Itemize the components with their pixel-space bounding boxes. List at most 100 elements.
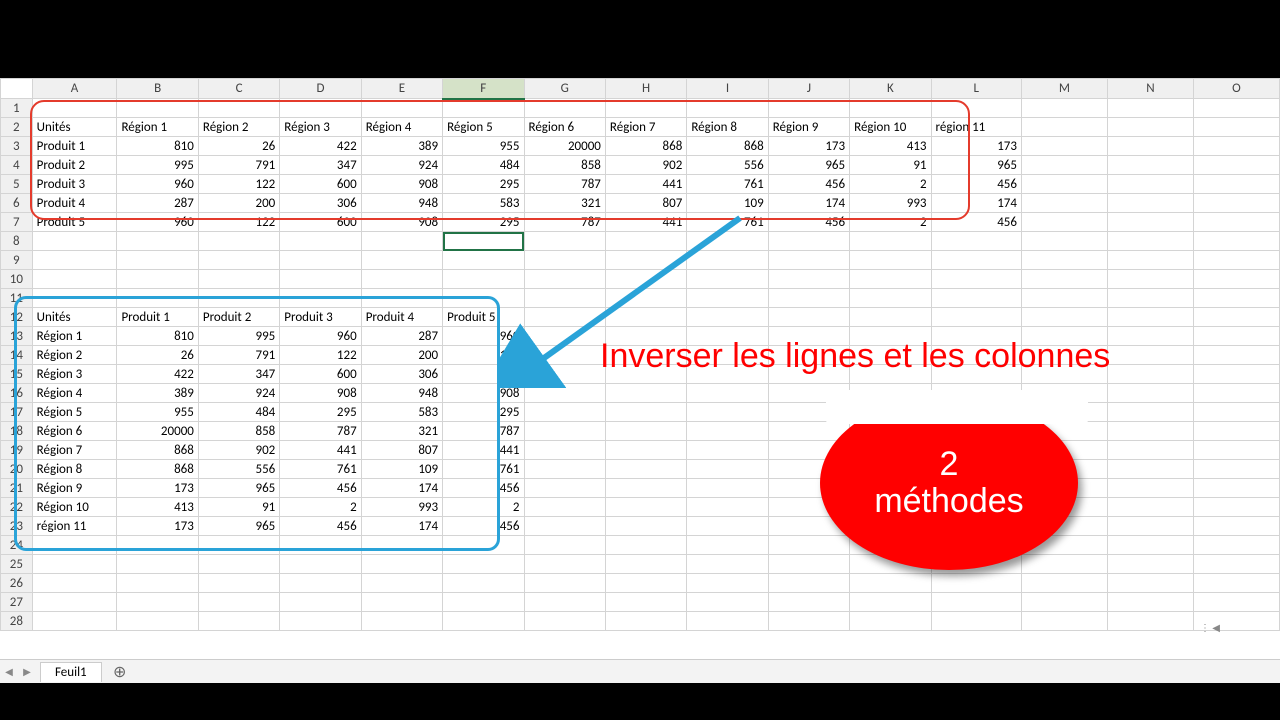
cell-F26[interactable] (443, 574, 524, 593)
cell-E24[interactable] (361, 536, 442, 555)
cell-B9[interactable] (117, 251, 198, 270)
cell-B26[interactable] (117, 574, 198, 593)
cell-B24[interactable] (117, 536, 198, 555)
col-header-N[interactable]: N (1107, 79, 1193, 99)
cell-G22[interactable] (524, 498, 605, 517)
cell-F16[interactable]: 908 (443, 384, 524, 403)
row-header-17[interactable]: 17 (1, 403, 33, 422)
cell-A3[interactable]: Produit 1 (32, 137, 117, 156)
cell-I12[interactable] (687, 308, 768, 327)
cell-F23[interactable]: 456 (443, 517, 524, 536)
row-header-18[interactable]: 18 (1, 422, 33, 441)
cell-O13[interactable] (1193, 327, 1279, 346)
cell-A25[interactable] (32, 555, 117, 574)
cell-A8[interactable] (32, 232, 117, 251)
cell-H4[interactable]: 902 (605, 156, 686, 175)
cell-I8[interactable] (687, 232, 768, 251)
cell-B10[interactable] (117, 270, 198, 289)
cell-A23[interactable]: région 11 (32, 517, 117, 536)
cell-I4[interactable]: 556 (687, 156, 768, 175)
cell-H11[interactable] (605, 289, 686, 308)
cell-I27[interactable] (687, 593, 768, 612)
row-header-10[interactable]: 10 (1, 270, 33, 289)
cell-C12[interactable]: Produit 2 (198, 308, 279, 327)
cell-N21[interactable] (1107, 479, 1193, 498)
col-header-G[interactable]: G (524, 79, 605, 99)
cell-K7[interactable]: 2 (850, 213, 931, 232)
cell-N9[interactable] (1107, 251, 1193, 270)
cell-G26[interactable] (524, 574, 605, 593)
cell-F25[interactable] (443, 555, 524, 574)
cell-N1[interactable] (1107, 99, 1193, 118)
cell-O8[interactable] (1193, 232, 1279, 251)
cell-D15[interactable]: 600 (280, 365, 361, 384)
cell-H19[interactable] (605, 441, 686, 460)
cell-I24[interactable] (687, 536, 768, 555)
cell-B4[interactable]: 995 (117, 156, 198, 175)
cell-F10[interactable] (443, 270, 524, 289)
cell-J12[interactable] (768, 308, 849, 327)
cell-M6[interactable] (1021, 194, 1107, 213)
cell-A17[interactable]: Région 5 (32, 403, 117, 422)
cell-H24[interactable] (605, 536, 686, 555)
cell-C14[interactable]: 791 (198, 346, 279, 365)
cell-B16[interactable]: 389 (117, 384, 198, 403)
cell-F6[interactable]: 583 (443, 194, 524, 213)
cell-H12[interactable] (605, 308, 686, 327)
cell-I20[interactable] (687, 460, 768, 479)
col-header-K[interactable]: K (850, 79, 931, 99)
cell-D14[interactable]: 122 (280, 346, 361, 365)
cell-N22[interactable] (1107, 498, 1193, 517)
cell-D17[interactable]: 295 (280, 403, 361, 422)
cell-H8[interactable] (605, 232, 686, 251)
cell-F2[interactable]: Région 5 (443, 118, 524, 137)
cell-A4[interactable]: Produit 2 (32, 156, 117, 175)
cell-N10[interactable] (1107, 270, 1193, 289)
sheet-tab-feuil1[interactable]: Feuil1 (40, 662, 102, 682)
cell-C1[interactable] (198, 99, 279, 118)
cell-G11[interactable] (524, 289, 605, 308)
cell-A18[interactable]: Région 6 (32, 422, 117, 441)
cell-E16[interactable]: 948 (361, 384, 442, 403)
cell-C10[interactable] (198, 270, 279, 289)
cell-C2[interactable]: Région 2 (198, 118, 279, 137)
col-header-E[interactable]: E (361, 79, 442, 99)
cell-D28[interactable] (280, 612, 361, 631)
cell-B28[interactable] (117, 612, 198, 631)
cell-B13[interactable]: 810 (117, 327, 198, 346)
cell-L8[interactable] (931, 232, 1021, 251)
cell-A2[interactable]: Unités (32, 118, 117, 137)
cell-O24[interactable] (1193, 536, 1279, 555)
cell-I17[interactable] (687, 403, 768, 422)
cell-L27[interactable] (931, 593, 1021, 612)
cell-N18[interactable] (1107, 422, 1193, 441)
cell-M10[interactable] (1021, 270, 1107, 289)
col-header-J[interactable]: J (768, 79, 849, 99)
cell-B22[interactable]: 413 (117, 498, 198, 517)
cell-J27[interactable] (768, 593, 849, 612)
cell-H9[interactable] (605, 251, 686, 270)
cell-E2[interactable]: Région 4 (361, 118, 442, 137)
cell-I7[interactable]: 761 (687, 213, 768, 232)
row-header-11[interactable]: 11 (1, 289, 33, 308)
cell-O19[interactable] (1193, 441, 1279, 460)
cell-E14[interactable]: 200 (361, 346, 442, 365)
cell-J2[interactable]: Région 9 (768, 118, 849, 137)
cell-G4[interactable]: 858 (524, 156, 605, 175)
cell-B14[interactable]: 26 (117, 346, 198, 365)
cell-E25[interactable] (361, 555, 442, 574)
cell-C28[interactable] (198, 612, 279, 631)
cell-I22[interactable] (687, 498, 768, 517)
cell-D21[interactable]: 456 (280, 479, 361, 498)
cell-H18[interactable] (605, 422, 686, 441)
cell-N5[interactable] (1107, 175, 1193, 194)
cell-D4[interactable]: 347 (280, 156, 361, 175)
cell-L4[interactable]: 965 (931, 156, 1021, 175)
cell-K2[interactable]: Région 10 (850, 118, 931, 137)
cell-M1[interactable] (1021, 99, 1107, 118)
cell-N19[interactable] (1107, 441, 1193, 460)
tab-prev-button[interactable]: ◀ (0, 661, 18, 683)
cell-O27[interactable] (1193, 593, 1279, 612)
row-header-13[interactable]: 13 (1, 327, 33, 346)
cell-E20[interactable]: 109 (361, 460, 442, 479)
